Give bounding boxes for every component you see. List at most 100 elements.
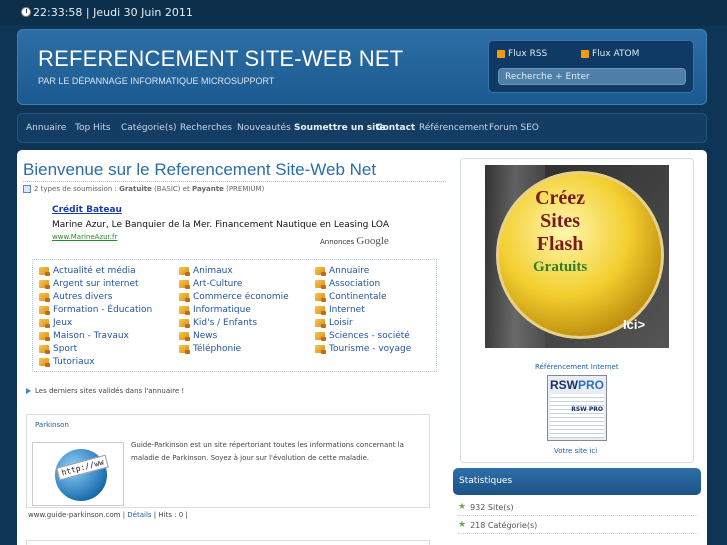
category-item[interactable]: Actualité et média (39, 266, 136, 276)
feed-search-box: Flux RSS Flux ATOM Recherche + Enter (488, 40, 694, 93)
folder-icon (315, 280, 326, 289)
ads-by-label: Annonces (320, 238, 355, 246)
site-title[interactable]: REFERENCEMENT SITE-WEB NET (38, 46, 403, 72)
flash-sites-banner[interactable]: Créez Sites Flash Gratuits Ici> (485, 165, 669, 348)
category-item[interactable]: Autres divers (39, 292, 112, 302)
category-item[interactable]: Continentale (315, 292, 387, 302)
site-name-link[interactable]: Parkinson (35, 421, 69, 429)
stat-divider (458, 515, 698, 516)
folder-icon (39, 358, 50, 367)
rsw-pro-banner[interactable]: RSWPRO RSW PRO (547, 375, 607, 441)
category-item[interactable]: Art-Culture (179, 279, 242, 289)
category-label: Argent sur internet (53, 279, 139, 289)
category-item[interactable]: Kid's / Enfants (179, 318, 257, 328)
badge-line3: Flash (536, 233, 584, 255)
category-item[interactable]: Association (315, 279, 380, 289)
site-listing: Parkinson http://ww Guide-Parkinson est … (26, 414, 430, 508)
folder-icon (315, 267, 326, 276)
category-label: Annuaire (329, 266, 370, 276)
ads-by-google[interactable]: Annonces Google (320, 235, 389, 247)
site-description: Guide-Parkinson est un site répertoriant… (131, 441, 404, 462)
category-item[interactable]: Informatique (179, 305, 251, 315)
site-details-link[interactable]: Détails (127, 511, 151, 519)
atom-feed-label: Flux ATOM (592, 49, 640, 59)
category-item[interactable]: Maison - Travaux (39, 331, 129, 341)
category-label: Internet (329, 305, 365, 315)
calendar-icon (23, 185, 31, 193)
ad-url-link[interactable]: www.MarineAzur.fr (52, 233, 117, 241)
submission-types: 2 types de soumission : Gratuite (BASIC)… (23, 185, 264, 193)
stat-categories: ★ 218 Catégorie(s) (458, 520, 537, 530)
referencement-internet-link[interactable]: Référencement Internet (535, 363, 619, 371)
atom-feed-link[interactable]: Flux ATOM (581, 49, 639, 59)
category-item[interactable]: Argent sur internet (39, 279, 139, 289)
folder-icon (179, 319, 190, 328)
meta-paid: Payante (192, 185, 224, 193)
main-content: Bienvenue sur le Referencement Site-Web … (17, 150, 707, 545)
nav-contact[interactable]: Contact (376, 123, 415, 133)
badge-line1: Créez (535, 187, 586, 209)
rsw-mini-logo: RSW PRO (571, 406, 603, 413)
category-label: Sport (53, 344, 78, 354)
category-item[interactable]: Formation - Éducation (39, 305, 152, 315)
nav-nouveautes[interactable]: Nouveautés (237, 123, 291, 133)
star-icon: ★ (458, 520, 467, 530)
category-label: Téléphonie (193, 344, 242, 354)
page-title: Bienvenue sur le Referencement Site-Web … (23, 160, 377, 179)
nav-annuaire[interactable]: Annuaire (26, 123, 66, 133)
category-label: Autres divers (53, 292, 113, 302)
category-item[interactable]: Annuaire (315, 266, 369, 276)
folder-icon (179, 280, 190, 289)
ad-title-link[interactable]: Crédit Bateau (52, 205, 402, 215)
rsw-logo: RSWPRO (550, 378, 604, 392)
category-item[interactable]: Téléphonie (179, 344, 241, 354)
category-label: Loisir (329, 318, 353, 328)
category-item[interactable]: Tutoriaux (39, 357, 95, 367)
folder-icon (39, 267, 50, 276)
folder-icon (315, 332, 326, 341)
search-input[interactable]: Recherche + Enter (498, 68, 686, 85)
category-item[interactable]: Sciences - société (315, 331, 410, 341)
meta-prefix: 2 types de soumission : (34, 185, 117, 193)
nav-recherches[interactable]: Recherches (180, 123, 232, 133)
folder-icon (179, 293, 190, 302)
category-label: News (193, 331, 218, 341)
site-foot-separator: | (122, 511, 126, 519)
category-label: Actualité et média (53, 266, 136, 276)
folder-icon (39, 280, 50, 289)
rss-feed-link[interactable]: Flux RSS (497, 49, 547, 59)
category-item[interactable]: Internet (315, 305, 365, 315)
nav-submit-site[interactable]: Soumettre un site (294, 123, 386, 133)
atom-icon (581, 50, 589, 58)
nav-forum-seo[interactable]: Forum SEO (489, 123, 539, 133)
category-grid: Actualité et média Animaux Annuaire Arge… (32, 259, 437, 372)
badge-line2: Sites (540, 210, 581, 232)
meta-free: Gratuite (119, 185, 152, 193)
site-thumbnail[interactable]: http://ww (32, 442, 124, 506)
rsw-preview (550, 394, 604, 438)
votre-site-ici-link[interactable]: Votre site ici (554, 447, 597, 455)
site-header: REFERENCEMENT SITE-WEB NET PAR LE DÉPANN… (17, 29, 707, 105)
stat-sites-value: 932 Site(s) (470, 502, 514, 512)
category-item[interactable]: News (179, 331, 217, 341)
category-item[interactable]: Loisir (315, 318, 353, 328)
category-item[interactable]: Tourisme - voyage (315, 344, 411, 354)
nav-categories[interactable]: Catégorie(s) (121, 123, 177, 133)
nav-top-hits[interactable]: Top Hits (75, 123, 111, 133)
category-label: Animaux (193, 266, 233, 276)
site-footer: www.guide-parkinson.com | Détails | Hits… (28, 511, 188, 519)
category-item[interactable]: Sport (39, 344, 77, 354)
category-label: Continentale (329, 292, 387, 302)
category-item[interactable]: Commerce économie (179, 292, 289, 302)
folder-icon (179, 306, 190, 315)
title-divider (23, 181, 444, 182)
category-label: Kid's / Enfants (193, 318, 258, 328)
nav-referencement[interactable]: Référencement (419, 123, 488, 133)
rsw-brand1: RSW (550, 378, 578, 392)
category-item[interactable]: Jeux (39, 318, 72, 328)
folder-icon (179, 332, 190, 341)
folder-icon (39, 332, 50, 341)
latest-sites-heading: Les derniers sites validés dans l'annuai… (26, 387, 184, 395)
category-item[interactable]: Animaux (179, 266, 233, 276)
ad-text: Marine Azur, Le Banquier de la Mer. Fina… (52, 220, 390, 230)
